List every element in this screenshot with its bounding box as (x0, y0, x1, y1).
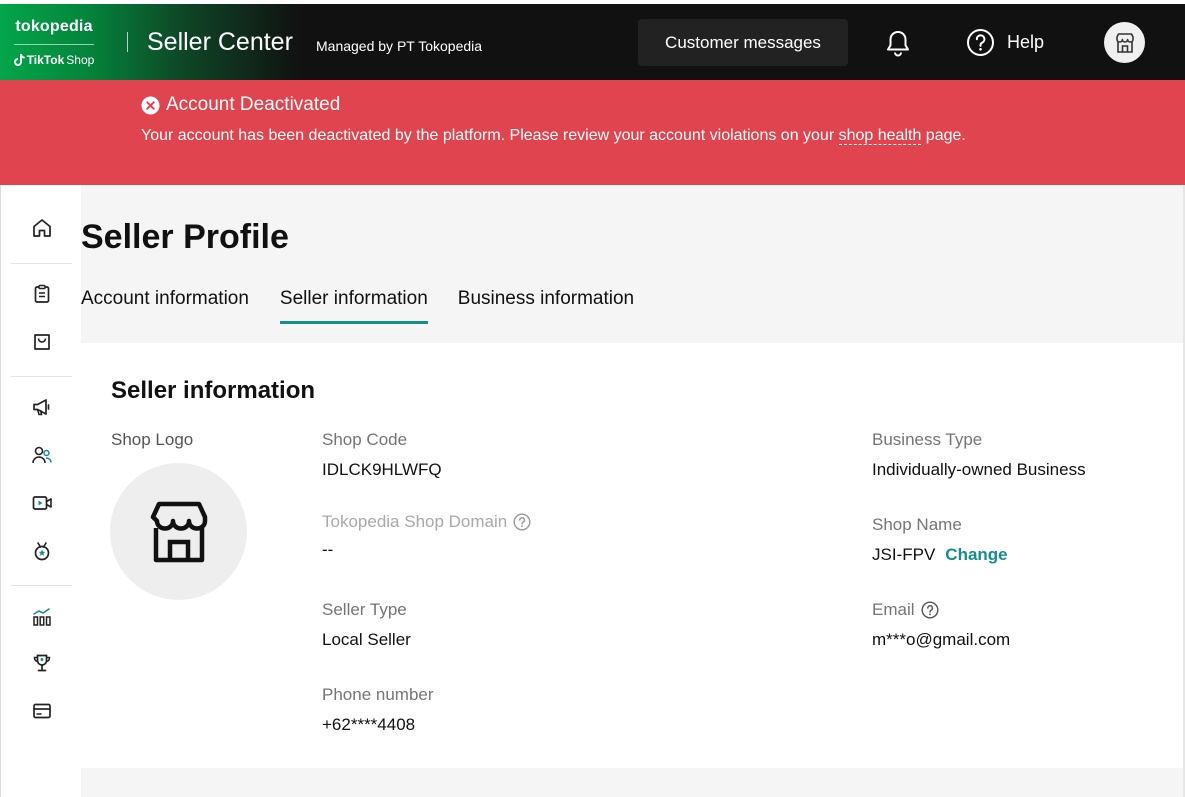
marketing-icon[interactable] (31, 396, 53, 418)
shop-code-label: Shop Code (322, 430, 408, 449)
shop-logo[interactable] (110, 463, 247, 600)
alert-title-row: Account Deactivated (141, 94, 340, 116)
shop-name-value: JSI-FPV (872, 545, 936, 564)
shop-logo-label: Shop Logo (111, 430, 194, 449)
tiktok-shop-logo: TikTok Shop (13, 52, 95, 67)
help-label: Help (1007, 32, 1045, 52)
section-title: Seller information (111, 377, 316, 404)
live-video-icon[interactable] (31, 492, 53, 514)
alert-message: Your account has been deactivated by the… (141, 122, 1041, 150)
customer-messages-button[interactable]: Customer messages (638, 19, 848, 66)
help-circle-icon (967, 29, 994, 56)
sidebar-divider (11, 376, 72, 377)
phone-number-value: +62****4408 (322, 715, 416, 734)
shop-health-link[interactable]: shop health (838, 127, 922, 145)
alert-message-text: Your account has been deactivated by the… (141, 127, 839, 144)
brand-logos[interactable]: tokopedia TikTok Shop (0, 4, 108, 80)
store-icon (150, 501, 207, 562)
sidebar (0, 185, 81, 797)
change-shop-name-link[interactable]: Change (945, 545, 1007, 564)
shop-name-label: Shop Name (872, 515, 962, 534)
seller-information-card: Seller information Shop Logo Shop Code I… (81, 343, 1185, 768)
business-type-label: Business Type (872, 430, 983, 449)
orders-icon[interactable] (31, 283, 53, 305)
tiktok-word: TikTok (26, 52, 65, 67)
top-bar: tokopedia TikTok Shop Seller Center Mana… (0, 0, 1185, 80)
question-circle-icon[interactable] (513, 513, 531, 531)
seller-type-label: Seller Type (322, 600, 407, 619)
finance-icon[interactable] (31, 700, 53, 722)
tab-seller-information[interactable]: Seller information (279, 288, 428, 324)
home-icon[interactable] (31, 217, 53, 239)
alert-title: Account Deactivated (166, 94, 341, 115)
managed-by-text: Managed by PT Tokopedia (316, 38, 483, 54)
shop-code-value: IDLCK9HLWFQ (322, 460, 442, 479)
shop-domain-value: -- (322, 540, 334, 559)
brand-divider (14, 43, 94, 45)
help-button[interactable]: Help (966, 28, 1044, 57)
tab-account-information[interactable]: Account information (81, 288, 249, 324)
tab-business-information[interactable]: Business information (458, 288, 634, 324)
profile-tabs: Account information Seller information B… (81, 288, 634, 324)
page-title: Seller Profile (81, 218, 289, 256)
question-circle-icon[interactable] (921, 601, 939, 619)
account-deactivated-alert: Account Deactivated Your account has bee… (0, 80, 1185, 185)
bell-icon[interactable] (884, 29, 912, 57)
business-type-value: Individually-owned Business (872, 460, 1086, 479)
sidebar-divider (11, 585, 72, 586)
alert-message-end: page. (921, 127, 966, 144)
email-label: Email (872, 600, 939, 620)
seller-type-value: Local Seller (322, 630, 411, 649)
shop-name-row: JSI-FPV Change (872, 545, 1008, 565)
shop-domain-label: Tokopedia Shop Domain (322, 512, 531, 532)
error-circle-icon (141, 96, 160, 114)
products-icon[interactable] (31, 331, 53, 353)
email-label-text: Email (872, 600, 915, 619)
brand-area: tokopedia TikTok Shop Seller Center (0, 4, 300, 80)
analytics-icon[interactable] (31, 606, 53, 628)
shop-word: Shop (66, 52, 95, 67)
trophy-icon[interactable] (31, 652, 53, 674)
seller-center-title[interactable]: Seller Center (147, 28, 293, 57)
phone-number-label: Phone number (322, 685, 434, 704)
email-value: m***o@gmail.com (872, 630, 1011, 649)
shop-domain-label-text: Tokopedia Shop Domain (322, 512, 508, 531)
shop-avatar-button[interactable] (1104, 22, 1145, 63)
tokopedia-logo: tokopedia (15, 17, 93, 35)
tiktok-note-icon (13, 53, 25, 66)
brand-vertical-divider (127, 32, 128, 52)
rewards-icon[interactable] (31, 540, 53, 562)
customers-icon[interactable] (31, 444, 53, 466)
sidebar-divider (11, 263, 72, 264)
store-icon (1115, 32, 1134, 53)
